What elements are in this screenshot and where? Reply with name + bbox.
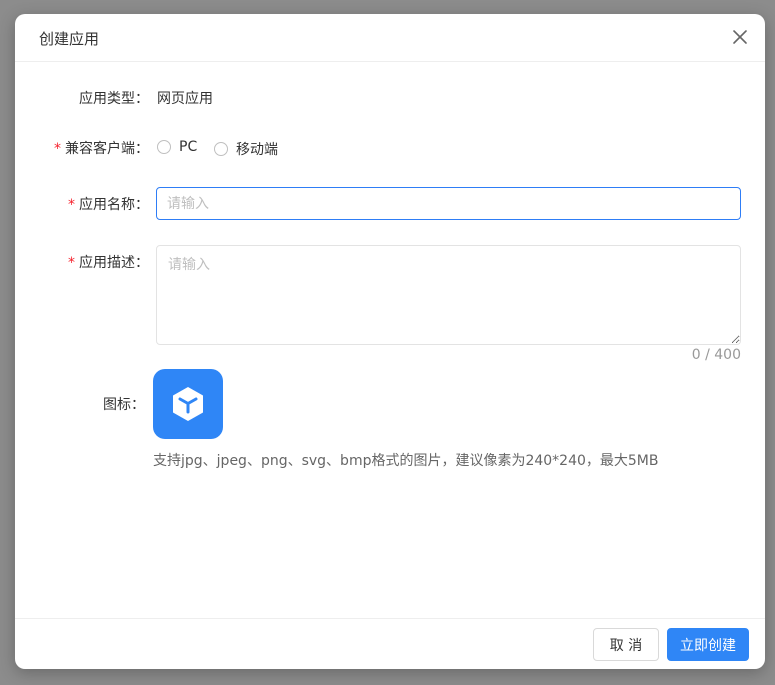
icon-hint: 支持jpg、jpeg、png、svg、bmp格式的图片，建议像素为240*240…	[153, 453, 659, 469]
cube-icon	[173, 387, 203, 421]
required-mark: *	[54, 141, 61, 157]
required-mark: *	[68, 197, 75, 213]
radio-mobile-circle[interactable]	[214, 142, 228, 156]
app-name-input[interactable]	[156, 187, 741, 220]
radio-pc-circle[interactable]	[157, 140, 171, 154]
app-icon-upload[interactable]	[153, 369, 223, 439]
radio-mobile-label: 移动端	[236, 142, 278, 158]
close-button[interactable]	[729, 26, 751, 48]
client-row: * 兼容客户端： PC 移动端	[15, 138, 765, 158]
radio-pc-label: PC	[179, 139, 198, 155]
icon-row: 图标：	[15, 394, 765, 414]
dialog-title: 创建应用	[39, 30, 100, 48]
required-mark: *	[68, 255, 75, 271]
close-icon	[733, 30, 747, 44]
radio-mobile[interactable]: 移动端	[214, 139, 278, 159]
app-type-row: 应用类型： 网页应用	[15, 88, 765, 108]
cancel-button[interactable]: 取 消	[593, 628, 659, 661]
app-type-label: 应用类型：	[79, 91, 149, 107]
create-now-button[interactable]: 立即创建	[667, 628, 749, 661]
app-type-value: 网页应用	[157, 91, 213, 107]
create-app-dialog: 创建应用 应用类型： 网页应用 *兼容客户端： PC 移动端 *应用名称： *应…	[15, 14, 765, 669]
app-description-textarea[interactable]	[156, 245, 741, 345]
char-counter: 0 / 400	[691, 347, 741, 363]
radio-pc[interactable]: PC	[157, 139, 197, 155]
client-label: * 兼容客户端：	[54, 141, 149, 157]
dialog-footer: 取 消 立即创建	[15, 618, 765, 669]
icon-label: 图标：	[103, 397, 145, 413]
description-label: * 应用描述：	[68, 255, 149, 271]
name-label: * 应用名称：	[68, 197, 149, 213]
dialog-header: 创建应用	[15, 14, 765, 62]
